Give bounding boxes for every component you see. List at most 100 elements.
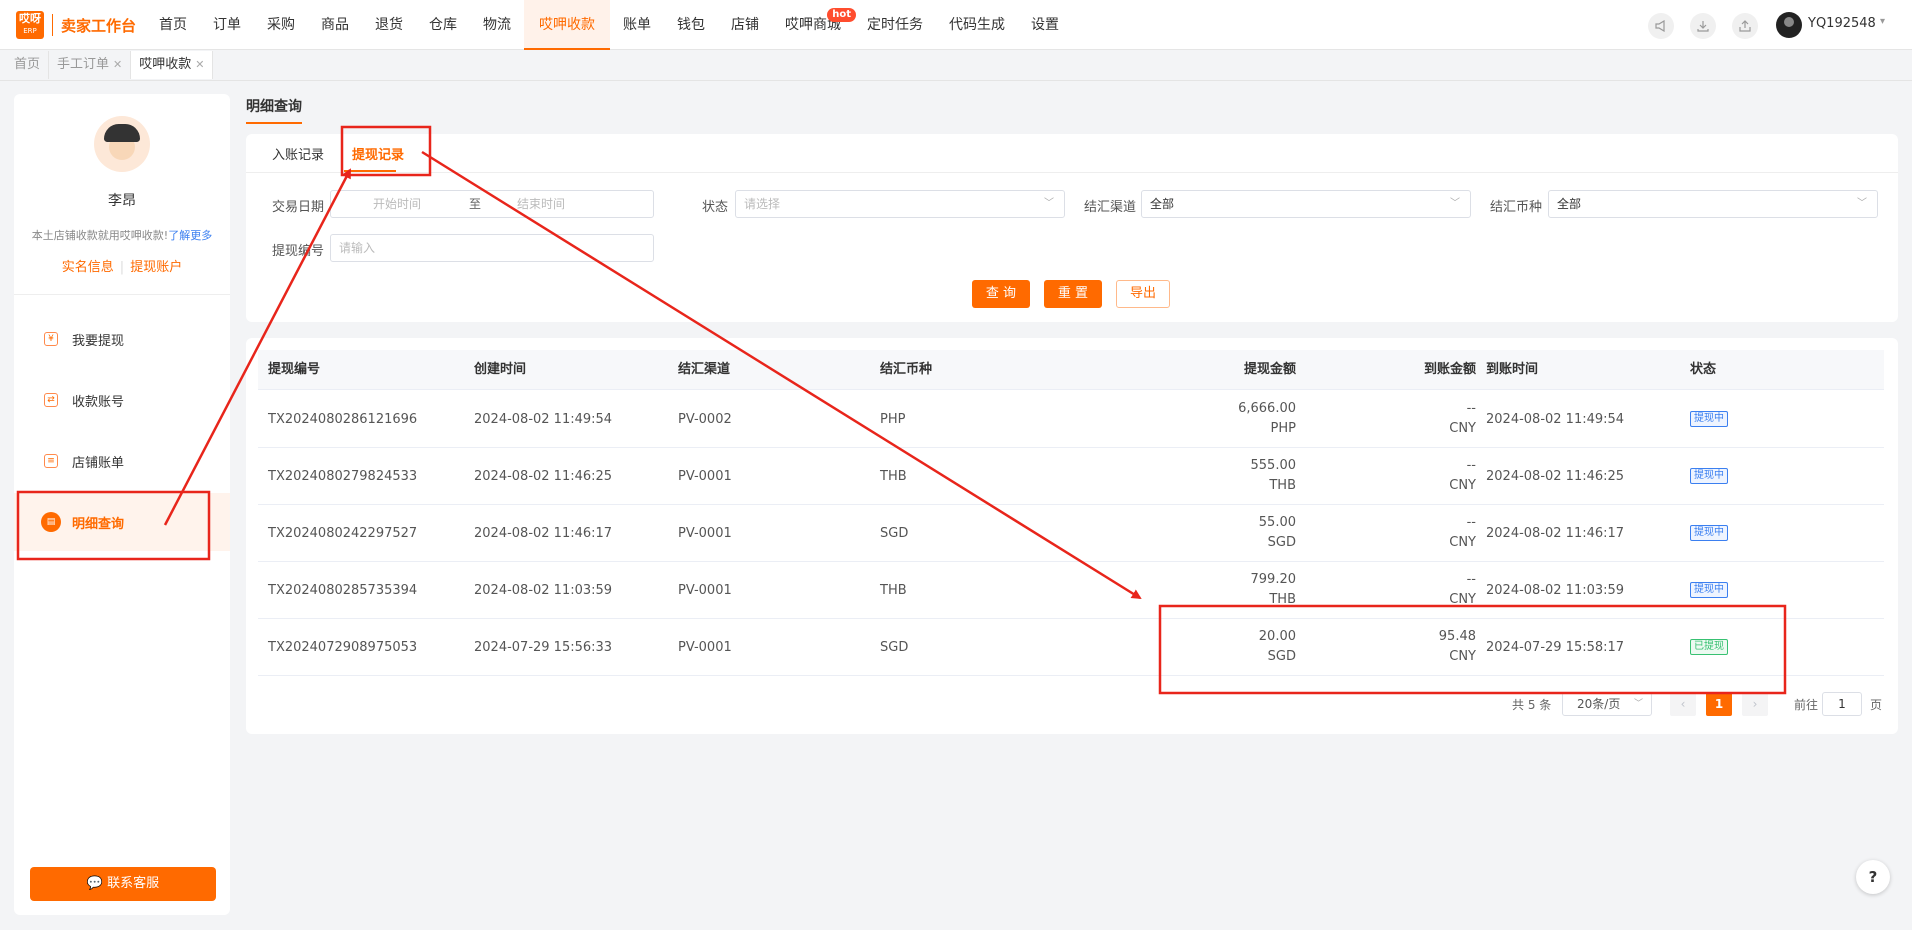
status-label: 状态 bbox=[702, 200, 729, 215]
table-row: TX2024080279824533 2024-08-02 11:46:25 P… bbox=[258, 448, 1884, 505]
nav-item-bills[interactable]: 账单 bbox=[610, 0, 664, 50]
status-badge: 已提现 bbox=[1690, 639, 1728, 655]
profile-description-text: 本土店铺收款就用哎呷收款! bbox=[31, 229, 169, 242]
cell-amount: 6,666.00 PHP bbox=[1196, 399, 1296, 439]
nav-item-wallet[interactable]: 钱包 bbox=[664, 0, 718, 50]
nav-item-settings[interactable]: 设置 bbox=[1018, 0, 1072, 50]
col-header-currency: 结汇币种 bbox=[880, 362, 933, 377]
goto-unit: 页 bbox=[1870, 698, 1883, 712]
page-number-current[interactable]: 1 bbox=[1706, 692, 1732, 716]
export-button[interactable]: 导出 bbox=[1116, 280, 1170, 308]
received-value: -- bbox=[1466, 458, 1476, 473]
app-title: 卖家工作台 bbox=[61, 16, 137, 35]
tab-income-records[interactable]: 入账记录 bbox=[272, 146, 324, 166]
channel-select[interactable]: 全部 ﹀ bbox=[1141, 190, 1471, 218]
nav-item-returns[interactable]: 退货 bbox=[362, 0, 416, 50]
amount-currency: SGD bbox=[1267, 535, 1296, 550]
hot-badge: hot bbox=[827, 8, 856, 22]
profile-links: 实名信息 | 提现账户 bbox=[14, 256, 230, 275]
page-size-select[interactable]: 20条/页 ﹀ bbox=[1562, 692, 1652, 716]
reset-button[interactable]: 重 置 bbox=[1044, 280, 1102, 308]
tab-underline-track bbox=[246, 172, 1898, 173]
cell-amount: 555.00 THB bbox=[1196, 456, 1297, 496]
real-name-info-link[interactable]: 实名信息 bbox=[62, 260, 114, 275]
withdraw-no-input[interactable]: 请输入 bbox=[330, 234, 654, 262]
currency-select[interactable]: 全部 ﹀ bbox=[1548, 190, 1878, 218]
cell-received: 95.48 CNY bbox=[1376, 627, 1476, 667]
cell-channel: PV-0001 bbox=[678, 583, 732, 598]
cell-created: 2024-08-02 11:46:25 bbox=[474, 469, 613, 484]
next-page-button[interactable]: › bbox=[1742, 692, 1768, 716]
nav-item-warehouse[interactable]: 仓库 bbox=[416, 0, 470, 50]
cell-received-time: 2024-08-02 11:46:17 bbox=[1486, 526, 1625, 541]
tab-withdraw-records[interactable]: 提现记录 bbox=[352, 146, 404, 166]
nav-item-mall[interactable]: 哎呷商城 hot bbox=[772, 0, 856, 50]
date-range-picker[interactable]: 开始时间 至 结束时间 bbox=[330, 190, 654, 218]
nav-item-products[interactable]: 商品 bbox=[308, 0, 362, 50]
sidebar-item-store-bills[interactable]: ≡ 店铺账单 bbox=[14, 432, 230, 490]
sidebar-item-withdraw[interactable]: ¥ 我要提现 bbox=[14, 310, 230, 368]
account-icon: ⇄ bbox=[44, 393, 58, 407]
user-avatar[interactable] bbox=[1776, 12, 1802, 38]
nav-item-logistics[interactable]: 物流 bbox=[470, 0, 524, 50]
download-icon[interactable] bbox=[1690, 13, 1716, 39]
close-icon[interactable]: ✕ bbox=[195, 58, 204, 71]
profile-description: 本土店铺收款就用哎呷收款!了解更多 bbox=[14, 227, 230, 243]
nav-item-home[interactable]: 首页 bbox=[146, 0, 200, 50]
table-row: TX2024072908975053 2024-07-29 15:56:33 P… bbox=[258, 619, 1884, 676]
nav-item-payments[interactable]: 哎呷收款 bbox=[524, 0, 610, 50]
table-header: 提现编号 创建时间 结汇渠道 结汇币种 提现金额 到账金额 到账时间 状态 bbox=[258, 350, 1884, 390]
col-header-status: 状态 bbox=[1690, 362, 1717, 377]
help-button[interactable]: ? bbox=[1856, 860, 1890, 894]
top-nav-bar: 哎呀 ERP 卖家工作台 首页 订单 采购 商品 退货 仓库 物流 哎呷收款 账单… bbox=[0, 0, 1912, 50]
page-tab-home[interactable]: 首页 bbox=[6, 51, 50, 79]
share-icon[interactable] bbox=[1732, 13, 1758, 39]
date-start-input[interactable]: 开始时间 bbox=[373, 191, 421, 217]
col-header-received-time: 到账时间 bbox=[1486, 362, 1539, 377]
chevron-down-icon: ﹀ bbox=[1857, 198, 1867, 209]
channel-label: 结汇渠道 bbox=[1084, 200, 1137, 215]
megaphone-icon[interactable] bbox=[1648, 13, 1674, 39]
date-end-input[interactable]: 结束时间 bbox=[517, 191, 565, 217]
col-header-created: 创建时间 bbox=[474, 362, 527, 377]
page-tab-payments[interactable]: 哎呷收款 ✕ bbox=[131, 51, 214, 79]
cell-received-time: 2024-08-02 11:49:54 bbox=[1486, 412, 1625, 427]
cell-id: TX2024080242297527 bbox=[268, 526, 418, 541]
table-row: TX2024080242297527 2024-08-02 11:46:17 P… bbox=[258, 505, 1884, 562]
status-badge: 提现中 bbox=[1690, 582, 1728, 598]
page-tab-label: 哎呷收款 bbox=[139, 57, 192, 72]
chat-icon: 💬 bbox=[86, 876, 108, 891]
nav-item-orders[interactable]: 订单 bbox=[200, 0, 254, 50]
cell-currency: PHP bbox=[880, 412, 906, 427]
chevron-down-icon[interactable]: ▾ bbox=[1880, 16, 1885, 27]
table-row: TX2024080286121696 2024-08-02 11:49:54 P… bbox=[258, 391, 1884, 448]
contact-support-button[interactable]: 💬 联系客服 bbox=[30, 867, 216, 901]
withdraw-account-link[interactable]: 提现账户 bbox=[130, 260, 182, 275]
sidebar-item-detail-query[interactable]: ▤ 明细查询 bbox=[14, 493, 230, 551]
bill-icon: ≡ bbox=[44, 454, 58, 468]
amount-currency: SGD bbox=[1267, 649, 1296, 664]
cell-created: 2024-08-02 11:49:54 bbox=[474, 412, 613, 427]
prev-page-button[interactable]: ‹ bbox=[1670, 692, 1696, 716]
sidebar-item-accounts[interactable]: ⇄ 收款账号 bbox=[14, 371, 230, 429]
logo-badge: 哎呀 ERP bbox=[16, 11, 44, 39]
app-logo[interactable]: 哎呀 ERP 卖家工作台 bbox=[16, 11, 136, 39]
page-tab-manual-orders[interactable]: 手工订单 ✕ bbox=[49, 51, 132, 79]
chevron-down-icon: ﹀ bbox=[1044, 198, 1054, 209]
page-title: 明细查询 bbox=[246, 96, 302, 124]
active-tab-indicator bbox=[344, 170, 396, 172]
learn-more-link[interactable]: 了解更多 bbox=[168, 229, 212, 242]
nav-item-scheduled-tasks[interactable]: 定时任务 bbox=[854, 0, 936, 50]
page-tab-strip: 首页 手工订单 ✕ 哎呷收款 ✕ bbox=[0, 51, 1912, 81]
cell-created: 2024-07-29 15:56:33 bbox=[474, 640, 613, 655]
nav-item-purchase[interactable]: 采购 bbox=[254, 0, 308, 50]
close-icon[interactable]: ✕ bbox=[113, 58, 122, 71]
status-select[interactable]: 请选择 ﹀ bbox=[735, 190, 1065, 218]
avatar-hair bbox=[104, 124, 140, 142]
user-name[interactable]: YQ192548 bbox=[1808, 16, 1876, 31]
query-button[interactable]: 查 询 bbox=[972, 280, 1030, 308]
col-header-amount: 提现金额 bbox=[1243, 362, 1296, 377]
goto-page-input[interactable]: 1 bbox=[1822, 692, 1862, 716]
nav-item-codegen[interactable]: 代码生成 bbox=[936, 0, 1018, 50]
nav-item-stores[interactable]: 店铺 bbox=[718, 0, 772, 50]
